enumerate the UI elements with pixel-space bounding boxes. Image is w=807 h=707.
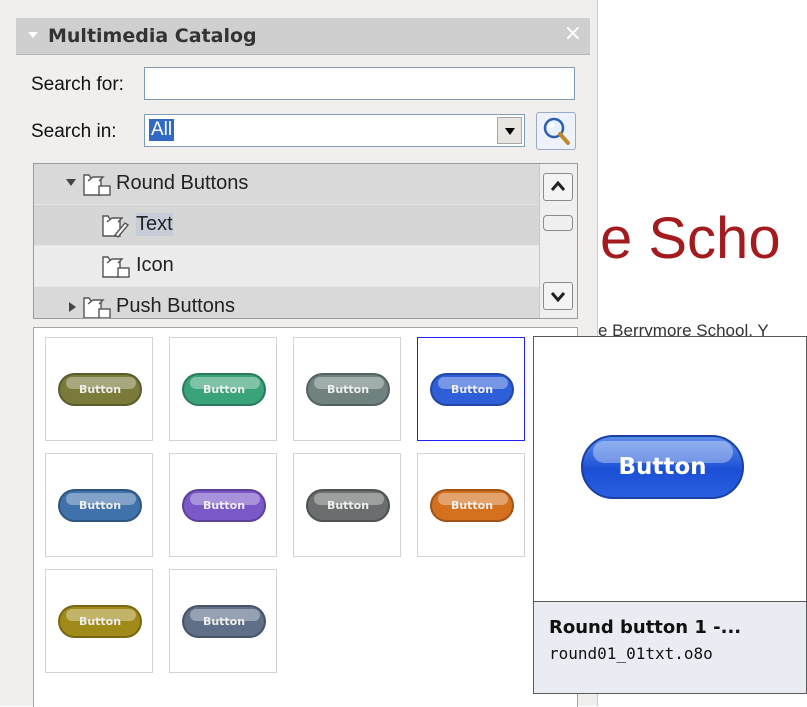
search-icon	[543, 117, 570, 145]
expand-triangle-icon[interactable]	[65, 178, 77, 188]
preview-info: Round button 1 -... round01_01txt.o8o	[534, 602, 806, 693]
thumbnail-cell[interactable]: Button	[417, 453, 525, 557]
thumbnail-button-preview: Button	[182, 489, 266, 522]
thumbnail-cell[interactable]: Button	[293, 337, 401, 441]
chevron-down-icon[interactable]	[497, 117, 522, 144]
tree-item-label: Text	[136, 213, 173, 236]
thumbnail-cell[interactable]: Button	[293, 453, 401, 557]
panel-titlebar: Multimedia Catalog ×	[16, 18, 590, 55]
page-heading: e Scho	[600, 206, 781, 271]
multimedia-catalog-panel: Multimedia Catalog × Search for: Search …	[0, 0, 598, 707]
thumbnail-cell[interactable]: Button	[169, 453, 277, 557]
preview-button: Button	[581, 435, 744, 499]
chevron-down-icon	[550, 292, 566, 303]
tree-item-text[interactable]: Text	[34, 205, 539, 246]
collapsed-triangle-icon[interactable]	[68, 301, 78, 313]
category-tree: Round Buttons Text Icon Push Buttons	[33, 163, 578, 319]
thumbnail-button-preview: Button	[182, 605, 266, 638]
folder-icon	[102, 256, 130, 278]
collapse-icon[interactable]	[28, 32, 38, 38]
search-in-select[interactable]: All	[144, 114, 525, 147]
preview-tooltip: Button Round button 1 -... round01_01txt…	[533, 336, 807, 694]
thumbnail-cell[interactable]: Button	[45, 569, 153, 673]
tree-item-round-buttons[interactable]: Round Buttons	[34, 164, 539, 205]
tree-item-label: Push Buttons	[116, 295, 235, 317]
tree-item-icon[interactable]: Icon	[34, 246, 539, 287]
thumbnail-cell[interactable]: Button	[169, 569, 277, 673]
scroll-up-button[interactable]	[543, 173, 573, 201]
thumbnail-cell-selected[interactable]: Button	[417, 337, 525, 441]
preview-filename: round01_01txt.o8o	[549, 644, 713, 663]
preview-area: Button	[534, 337, 806, 602]
thumbnail-button-preview: Button	[58, 605, 142, 638]
search-button[interactable]	[536, 112, 576, 150]
tree-item-label: Icon	[136, 254, 174, 276]
thumbnail-button-preview: Button	[58, 373, 142, 406]
thumbnail-button-preview: Button	[306, 489, 390, 522]
thumbnail-button-preview: Button	[430, 489, 514, 522]
scroll-down-button[interactable]	[543, 282, 573, 310]
thumbnail-cell[interactable]: Button	[45, 453, 153, 557]
tree-item-push-buttons[interactable]: Push Buttons	[34, 287, 539, 318]
thumbnail-button-preview: Button	[306, 373, 390, 406]
scroll-thumb[interactable]	[543, 215, 573, 231]
close-icon[interactable]: ×	[564, 21, 582, 46]
thumbnail-button-preview: Button	[182, 373, 266, 406]
thumbnail-cell[interactable]: Button	[45, 337, 153, 441]
search-in-value: All	[149, 119, 175, 141]
button-thumbnail-grid: Button Button Button Button Button Butto…	[33, 327, 578, 707]
thumbnail-button-preview: Button	[430, 373, 514, 406]
tree-scrollbar[interactable]	[539, 164, 577, 318]
search-input[interactable]	[144, 67, 575, 100]
folder-icon	[83, 297, 111, 318]
folder-icon	[102, 215, 130, 238]
preview-name: Round button 1 -...	[549, 617, 742, 638]
folder-icon	[83, 174, 111, 196]
tree-item-label: Round Buttons	[116, 172, 249, 194]
thumbnail-cell[interactable]: Button	[169, 337, 277, 441]
thumbnail-button-preview: Button	[58, 489, 142, 522]
chevron-up-icon	[550, 180, 566, 191]
search-in-label: Search in:	[31, 121, 117, 142]
panel-title: Multimedia Catalog	[48, 25, 257, 47]
search-for-label: Search for:	[31, 74, 124, 95]
